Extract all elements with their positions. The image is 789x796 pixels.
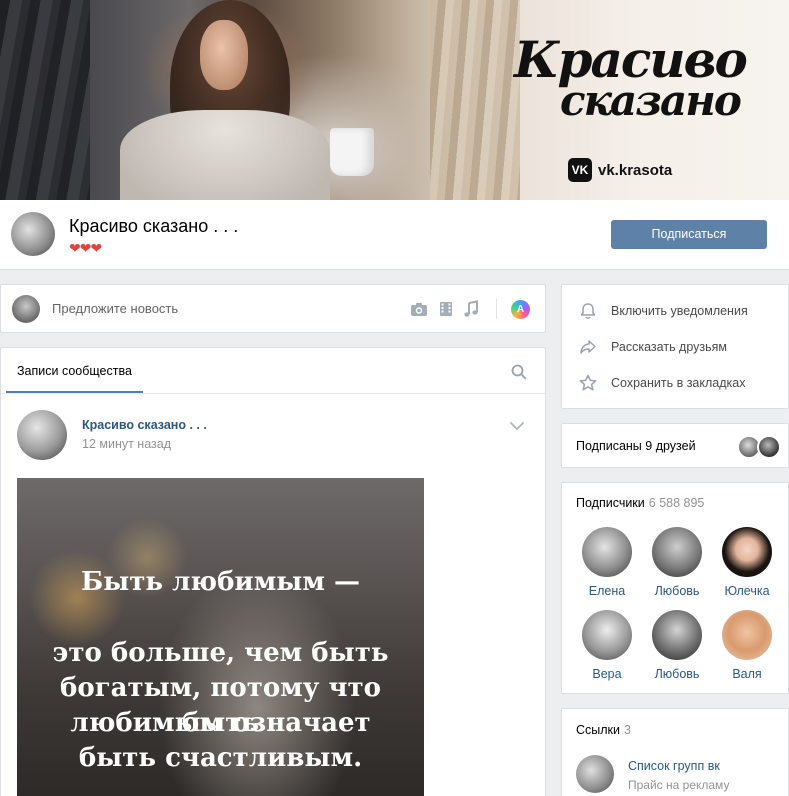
community-actions: Включить уведомления Рассказать друзьям … <box>561 284 789 409</box>
subscribers-title: Подписчики <box>576 496 645 510</box>
post-author-name[interactable]: Красиво сказано . . . <box>82 418 207 432</box>
post-quote-line: Быть любимым — <box>81 567 360 597</box>
save-bookmark-action[interactable]: Сохранить в закладках <box>578 373 745 393</box>
tab-community-posts[interactable]: Записи сообщества <box>17 364 132 378</box>
subscriber-name: Валя <box>732 667 762 681</box>
vk-logo-icon: VK <box>568 158 592 182</box>
subscriber-item[interactable]: Любовь <box>642 527 712 598</box>
share-icon <box>580 340 596 354</box>
avatar <box>652 527 702 577</box>
enable-notifications-action[interactable]: Включить уведомления <box>578 301 748 321</box>
video-icon[interactable] <box>437 300 455 318</box>
cover-woman-sweater <box>120 110 330 200</box>
cover-brand-logo: Красиво сказано <box>512 30 748 130</box>
subscribers-header[interactable]: Подписчики 6 588 895 <box>576 496 704 510</box>
subscriber-item[interactable]: Любовь <box>642 610 712 681</box>
avatar <box>582 610 632 660</box>
subscriber-item[interactable]: Юлечка <box>712 527 782 598</box>
subscriber-item[interactable]: Елена <box>572 527 642 598</box>
search-icon[interactable] <box>511 364 527 380</box>
enable-notifications-label: Включить уведомления <box>611 304 748 318</box>
post-quote-line: быть счастливым. <box>78 743 363 773</box>
community-avatar[interactable] <box>11 212 55 256</box>
post-author-avatar[interactable] <box>17 410 67 460</box>
avatar <box>722 527 772 577</box>
subscribers-count: 6 588 895 <box>648 496 705 510</box>
community-title: Красиво сказано . . . <box>69 216 239 236</box>
cover-brand-line2: сказано <box>560 76 742 125</box>
suggest-news-box: Предложите новость A <box>0 284 546 333</box>
cover-vk-link: VK vk.krasota <box>568 158 672 182</box>
subscriber-item[interactable]: Валя <box>712 610 782 681</box>
tab-active-underline <box>6 391 143 393</box>
cover-vk-label: vk.krasota <box>598 161 673 179</box>
subscribers-block: Подписчики 6 588 895 Елена Любовь Юлечка … <box>561 482 789 694</box>
friends-subscribed-label: Подписаны 9 друзей <box>576 439 696 453</box>
link-description: Прайс на рекламу <box>628 778 730 792</box>
suggest-news-input[interactable]: Предложите новость <box>52 301 178 316</box>
tell-friends-action[interactable]: Рассказать друзьям <box>578 337 727 357</box>
cover-image[interactable]: Красиво сказано VK vk.krasota <box>0 0 789 200</box>
links-count: 3 <box>624 723 631 737</box>
toolbar-divider <box>496 299 497 319</box>
post-timestamp[interactable]: 12 минут назад <box>82 437 171 451</box>
ai-assistant-icon[interactable]: A <box>511 300 530 319</box>
subscriber-name: Любовь <box>654 584 700 598</box>
post-quote-line: любимым означает <box>70 708 371 738</box>
camera-icon[interactable] <box>410 300 428 318</box>
user-avatar <box>12 295 40 323</box>
avatar <box>582 527 632 577</box>
subscriber-item[interactable]: Вера <box>572 610 642 681</box>
links-title: Ссылки <box>576 723 621 737</box>
subscriber-name: Юлечка <box>724 584 770 598</box>
music-icon[interactable] <box>462 300 480 318</box>
cover-curtain-right <box>430 0 520 200</box>
subscriber-name: Вера <box>592 667 622 681</box>
avatar <box>722 610 772 660</box>
friends-subscribed[interactable]: Подписаны 9 друзей <box>561 423 789 468</box>
cover-woman-face <box>200 20 248 90</box>
friend-avatar <box>757 435 781 459</box>
tell-friends-label: Рассказать друзьям <box>611 340 728 354</box>
subscriber-name: Елена <box>588 584 626 598</box>
subscriber-name: Любовь <box>654 667 700 681</box>
community-header: Красиво сказано . . . ❤❤❤ Подписаться <box>0 200 789 270</box>
link-name[interactable]: Список групп вк <box>628 759 720 773</box>
cover-curtain-left <box>0 0 90 200</box>
bell-icon <box>580 303 596 319</box>
community-wall: Записи сообщества Красиво сказано . . . … <box>0 347 546 796</box>
avatar <box>652 610 702 660</box>
chevron-down-icon[interactable] <box>509 420 525 432</box>
community-status-hearts: ❤❤❤ <box>69 240 102 256</box>
subscribe-button[interactable]: Подписаться <box>611 220 767 249</box>
post-image[interactable]: Быть любимым — это больше, чем быть бога… <box>17 478 424 796</box>
post-quote-line: это больше, чем быть <box>52 638 389 668</box>
wall-tabs: Записи сообщества <box>1 348 545 394</box>
star-icon <box>579 374 597 391</box>
link-avatar[interactable] <box>576 755 614 793</box>
links-block: Ссылки 3 Список групп вк Прайс на рекламу <box>561 708 789 796</box>
cover-cup <box>330 128 374 176</box>
links-header[interactable]: Ссылки 3 <box>576 723 631 737</box>
save-bookmark-label: Сохранить в закладках <box>611 376 746 390</box>
